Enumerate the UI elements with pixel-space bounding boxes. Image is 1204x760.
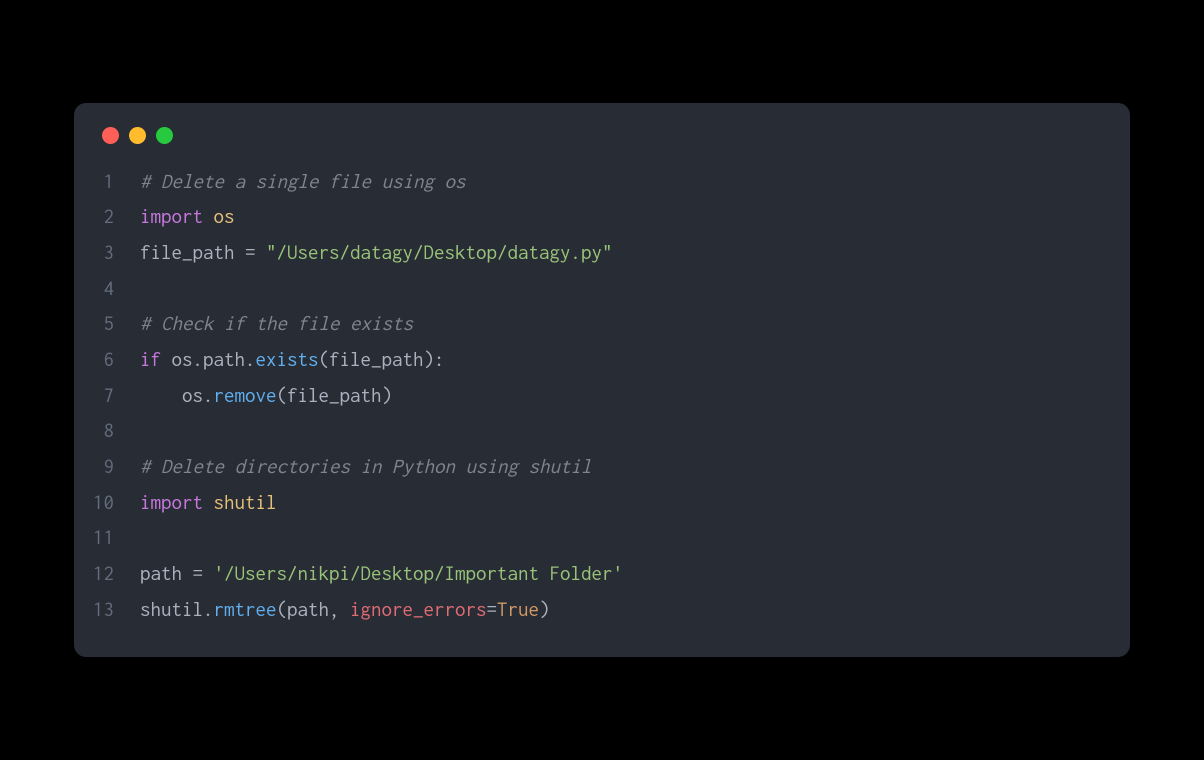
code-line: 8 [74,413,1130,449]
code-token: # Delete directories in Python using shu… [140,455,592,477]
code-token: ) [539,598,550,620]
code-token: rmtree [214,598,277,620]
code-token: ( [277,384,288,406]
code-line: 1# Delete a single file using os [74,164,1130,200]
code-token: = [245,241,256,263]
code-token: shutil [214,491,277,513]
line-number: 11 [74,520,140,556]
code-line: 11 [74,520,1130,556]
maximize-icon[interactable] [156,127,173,144]
code-token: : [434,348,445,370]
code-line: 2import os [74,199,1130,235]
code-token: ) [424,348,435,370]
line-content: shutil.rmtree(path, ignore_errors=True) [140,592,550,628]
code-line: 6if os.path.exists(file_path): [74,342,1130,378]
code-token: import [140,205,203,227]
code-line: 5# Check if the file exists [74,306,1130,342]
code-token: . [203,598,214,620]
code-token [256,241,267,263]
code-token: . [193,348,204,370]
code-token: path [203,348,245,370]
line-number: 5 [74,306,140,342]
minimize-icon[interactable] [129,127,146,144]
code-token: os [161,348,193,370]
line-content: # Delete a single file using os [140,164,466,200]
code-token: ignore_errors [350,598,487,620]
code-token: ( [319,348,330,370]
line-number: 7 [74,378,140,414]
code-line: 7 os.remove(file_path) [74,378,1130,414]
line-number: 6 [74,342,140,378]
code-token: path [287,598,329,620]
line-content: # Check if the file exists [140,306,413,342]
code-token: = [193,562,204,584]
line-number: 8 [74,413,140,449]
code-token: shutil [140,598,203,620]
line-content: # Delete directories in Python using shu… [140,449,592,485]
code-token: = [487,598,498,620]
code-line: 10import shutil [74,485,1130,521]
code-line: 12path = '/Users/nikpi/Desktop/Important… [74,556,1130,592]
close-icon[interactable] [102,127,119,144]
code-token [203,205,214,227]
code-token: if [140,348,161,370]
line-number: 9 [74,449,140,485]
code-token: ( [277,598,288,620]
code-token [203,491,214,513]
code-token: True [497,598,539,620]
code-token: os [214,205,235,227]
code-token: # Check if the file exists [140,312,413,334]
code-line: 4 [74,271,1130,307]
line-content [140,413,151,449]
line-content: file_path = "/Users/datagy/Desktop/datag… [140,235,613,271]
code-token: # Delete a single file using os [140,170,466,192]
code-token: os [140,384,203,406]
line-content: import os [140,199,235,235]
window-titlebar [74,127,1130,164]
line-number: 3 [74,235,140,271]
code-token: '/Users/nikpi/Desktop/Important Folder' [214,562,624,584]
code-token: . [203,384,214,406]
code-token: remove [214,384,277,406]
line-content [140,520,151,556]
code-token: import [140,491,203,513]
code-token: . [245,348,256,370]
code-line: 9# Delete directories in Python using sh… [74,449,1130,485]
line-content: os.remove(file_path) [140,378,392,414]
code-token: exists [256,348,319,370]
line-content: if os.path.exists(file_path): [140,342,445,378]
line-number: 2 [74,199,140,235]
line-number: 12 [74,556,140,592]
line-content: import shutil [140,485,277,521]
code-token: ) [382,384,393,406]
line-number: 10 [74,485,140,521]
code-line: 3file_path = "/Users/datagy/Desktop/data… [74,235,1130,271]
line-number: 13 [74,592,140,628]
code-token: file_path [140,241,245,263]
line-content [140,271,151,307]
code-editor[interactable]: 1# Delete a single file using os2import … [74,164,1130,628]
code-token: "/Users/datagy/Desktop/datagy.py" [266,241,613,263]
code-window: 1# Delete a single file using os2import … [74,103,1130,658]
code-token [203,562,214,584]
line-content: path = '/Users/nikpi/Desktop/Important F… [140,556,623,592]
code-line: 13shutil.rmtree(path, ignore_errors=True… [74,592,1130,628]
code-token: , [329,598,350,620]
code-token: file_path [329,348,424,370]
line-number: 4 [74,271,140,307]
code-token: path [140,562,193,584]
code-token: file_path [287,384,382,406]
line-number: 1 [74,164,140,200]
